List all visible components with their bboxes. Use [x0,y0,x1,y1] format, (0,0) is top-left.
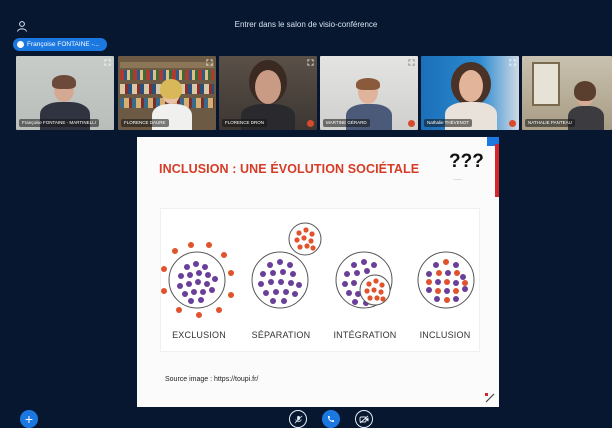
leave-audio-button[interactable] [322,410,340,428]
actions-button[interactable]: + [20,410,38,428]
question-marks: ??? [449,151,484,172]
exclusion-circle [161,242,234,318]
muted-icon [307,120,314,127]
plus-icon: + [24,411,34,427]
participant-tile[interactable]: Françoise FONTAINE - MARTINELLI [16,56,114,130]
integration-circle [335,251,393,309]
participant-tile[interactable]: MARTINE GÉRARD [320,56,418,130]
shared-slide: INCLUSION : UNE ÉVOLUTION SOCIÉTALE ??? … [137,137,499,407]
expand-icon[interactable] [104,59,111,66]
participant-tile[interactable]: FLORENCE DAURE [118,56,216,130]
presentation-tools-icon[interactable] [484,392,496,404]
muted-icon [408,120,415,127]
inclusion-circle [417,251,475,309]
conference-title: Entrer dans le salon de visio-conférence [234,20,378,29]
diagram-label-exclusion: EXCLUSION [172,330,226,340]
slide-title: INCLUSION : UNE ÉVOLUTION SOCIÉTALE [159,162,420,176]
share-camera-button[interactable] [355,410,373,428]
participant-name: NATHALIE PANTEAU [525,119,575,127]
participant-name: MARTINE GÉRARD [323,119,370,127]
participant-name: Nathalie THÉVENOT [424,119,473,127]
participant-name: FLORENCE DAURE [121,119,169,127]
separation-circle [251,222,322,309]
participant-tile[interactable]: NATHALIE PANTEAU [522,56,612,130]
presenter-icon [17,41,24,48]
expand-icon[interactable] [307,59,314,66]
participant-tile[interactable]: FLORENCE DRON [219,56,317,130]
diagram-label-integration: INTÉGRATION [333,330,397,340]
expand-icon[interactable] [509,59,516,66]
presenter-badge[interactable]: Françoise FONTAINE -... [13,38,108,51]
presenter-name: Françoise FONTAINE -... [27,41,100,48]
participant-name: Françoise FONTAINE - MARTINELLI [19,119,99,127]
mute-button[interactable] [289,410,307,428]
top-bar: Entrer dans le salon de visio-conférence [0,0,612,34]
participant-strip: Françoise FONTAINE - MARTINELLI FLORENCE… [0,56,612,132]
expand-icon[interactable] [408,59,415,66]
diagram-label-separation: SÉPARATION [251,330,311,340]
slide-accent-bar [495,144,499,197]
microphone-icon [294,415,302,423]
participant-tile[interactable]: Nathalie THÉVENOT [421,56,519,130]
question-marks-caption: ——— [453,177,462,181]
slide-source: Source image : https://toupi.fr/ [165,376,259,383]
muted-icon [509,120,516,127]
participant-name: FLORENCE DRON [222,119,268,127]
camera-icon [359,415,369,423]
diagram-label-inclusion: INCLUSION [419,330,471,340]
phone-icon [328,416,334,422]
expand-icon[interactable] [206,59,213,66]
